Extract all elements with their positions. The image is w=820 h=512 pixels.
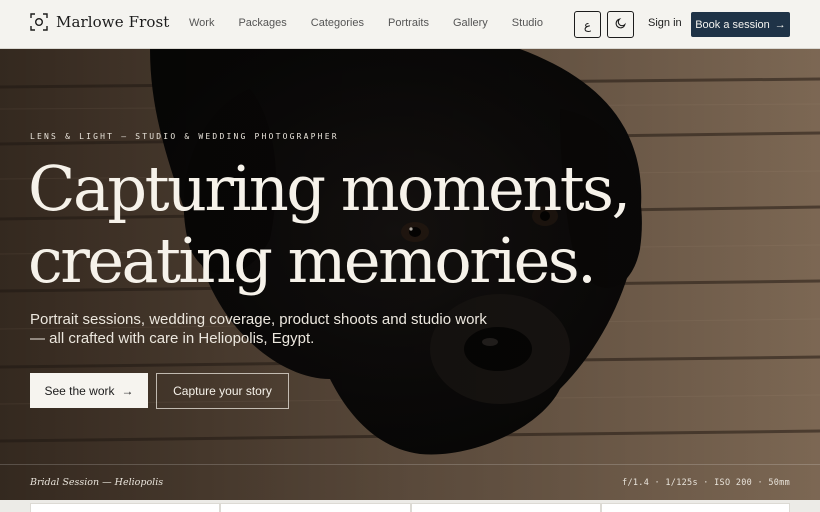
nav-item-gallery[interactable]: Gallery <box>453 17 488 29</box>
hero-subtitle: Portrait sessions, wedding coverage, pro… <box>30 311 487 347</box>
nav-item-categories[interactable]: Categories <box>311 17 364 29</box>
cards-strip <box>0 500 820 512</box>
book-session-button[interactable]: Book a session → <box>691 12 790 37</box>
hero-section: LENS & LIGHT — STUDIO & WEDDING PHOTOGRA… <box>0 49 820 500</box>
signin-link[interactable]: Sign in <box>648 17 682 29</box>
arrow-right-icon: → <box>774 18 786 31</box>
moon-icon <box>615 16 627 34</box>
hero-headline-line1: Capturing moments, <box>28 152 631 225</box>
nav-item-portraits[interactable]: Portraits <box>388 17 429 29</box>
brand-name: Marlowe Frost <box>56 13 170 31</box>
card-1[interactable] <box>30 503 220 512</box>
nav-item-work[interactable]: Work <box>189 17 214 29</box>
language-toggle-button[interactable]: ع <box>574 11 601 38</box>
card-4[interactable] <box>601 503 790 512</box>
main-nav: Work Packages Categories Portraits Galle… <box>189 17 567 29</box>
camera-frame-icon <box>30 13 48 31</box>
book-session-label: Book a session <box>695 18 770 31</box>
card-3[interactable] <box>411 503 601 512</box>
see-work-button[interactable]: See the work → <box>30 373 148 408</box>
nav-item-studio[interactable]: Studio <box>512 17 543 29</box>
theme-toggle-button[interactable] <box>607 11 634 38</box>
capture-story-button[interactable]: Capture your story <box>156 373 289 409</box>
photo-caption: Bridal Session — Heliopolis <box>30 477 164 488</box>
photo-exif: f/1.4 · 1/125s · ISO 200 · 50mm <box>622 478 790 488</box>
capture-story-label: Capture your story <box>173 384 272 398</box>
site-header: Marlowe Frost Work Packages Categories P… <box>0 0 820 49</box>
arrow-right-icon: → <box>121 383 134 398</box>
card-2[interactable] <box>220 503 411 512</box>
hero-headline: Capturing moments, creating memories. <box>28 153 648 297</box>
see-work-label: See the work <box>44 383 115 398</box>
brand-logo[interactable]: Marlowe Frost <box>30 13 169 31</box>
language-label: ع <box>583 17 592 32</box>
hero-divider <box>0 464 820 465</box>
hero-eyebrow: LENS & LIGHT — STUDIO & WEDDING PHOTOGRA… <box>30 132 339 141</box>
hero-headline-line2: creating memories. <box>28 224 597 297</box>
nav-item-packages[interactable]: Packages <box>238 17 286 29</box>
